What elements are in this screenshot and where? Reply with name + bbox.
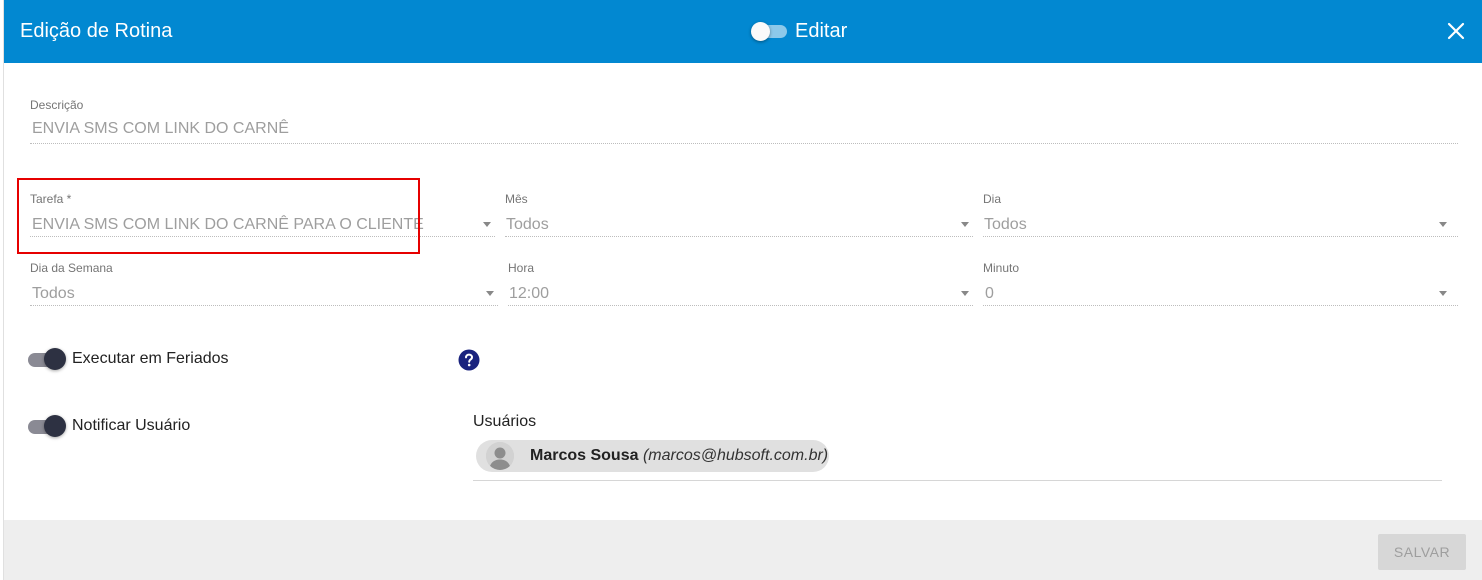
mes-select[interactable]: Todos [506,216,549,234]
user-chip-email: (marcos@hubsoft.com.br) [642,447,829,464]
minuto-underline [983,305,1458,306]
dialog-footer: SALVAR [4,520,1482,580]
descricao-underline [30,143,1458,144]
executar-feriados-label: Executar em Feriados [72,350,229,367]
edit-toggle-thumb [751,22,770,41]
minuto-label: Minuto [983,261,1020,275]
edit-toggle-label: Editar [795,20,848,42]
save-button[interactable]: SALVAR [1378,534,1466,570]
dialog-header: Edição de Rotina Editar [4,0,1482,63]
dia-semana-select[interactable]: Todos [32,285,75,303]
descricao-label: Descrição [30,98,84,112]
user-chip[interactable]: Marcos Sousa (marcos@hubsoft.com.br) [476,440,829,472]
usuarios-underline [473,480,1442,481]
minuto-select[interactable]: 0 [985,285,994,303]
tarefa-highlight-box [17,178,420,254]
mes-label: Mês [505,192,528,206]
notificar-usuario-switch[interactable] [28,415,66,437]
mes-dropdown-caret-icon[interactable] [961,222,969,227]
descricao-input[interactable]: ENVIA SMS COM LINK DO CARNÊ [32,120,289,138]
hora-underline [508,305,973,306]
user-chip-text: Marcos Sousa (marcos@hubsoft.com.br) [530,447,828,465]
question-circle-icon[interactable] [458,349,480,371]
notificar-usuario-switch-thumb [44,415,66,437]
dia-dropdown-caret-icon[interactable] [1439,222,1447,227]
person-avatar-icon [486,442,514,470]
executar-feriados-switch[interactable] [28,348,66,370]
routine-edit-dialog: Edição de Rotina Editar Descrição ENVIA … [3,0,1482,580]
dia-select[interactable]: Todos [984,216,1027,234]
minuto-dropdown-caret-icon[interactable] [1439,291,1447,296]
dia-semana-underline [30,305,498,306]
dia-underline [983,236,1458,237]
notificar-usuario-label: Notificar Usuário [72,417,191,434]
usuarios-label: Usuários [473,413,537,430]
dia-label: Dia [983,192,1002,206]
hora-label: Hora [508,261,535,275]
edit-toggle[interactable] [751,21,787,41]
dialog-title: Edição de Rotina [20,20,173,42]
tarefa-dropdown-caret-icon[interactable] [483,222,491,227]
executar-feriados-switch-thumb [44,348,66,370]
dia-semana-label: Dia da Semana [30,261,113,275]
close-icon[interactable] [1445,20,1467,42]
hora-select[interactable]: 12:00 [509,285,549,303]
dia-semana-dropdown-caret-icon[interactable] [486,291,494,296]
hora-dropdown-caret-icon[interactable] [961,291,969,296]
mes-underline [505,236,973,237]
user-chip-name: Marcos Sousa [530,447,639,464]
